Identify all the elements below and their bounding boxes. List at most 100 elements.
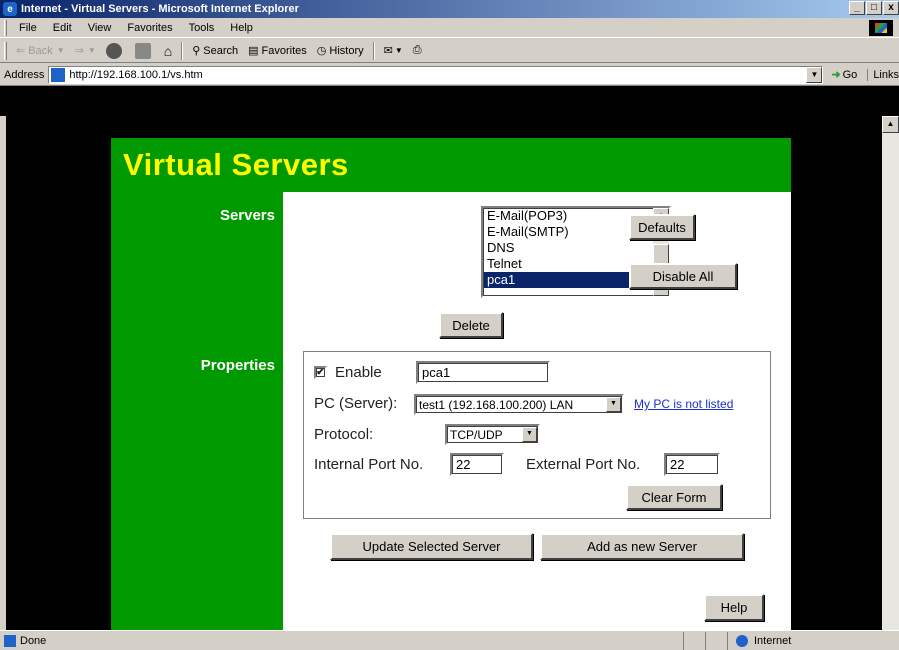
dropdown-arrow-icon: ▼ — [394, 46, 403, 55]
toolbar-separator — [181, 41, 184, 60]
status-cell — [684, 631, 706, 650]
forward-button[interactable]: ⇒ ▼ — [70, 44, 101, 57]
scroll-up-icon[interactable]: ▲ — [882, 116, 899, 133]
favorites-button[interactable]: ▤ Favorites — [243, 44, 312, 58]
mail-button[interactable]: ✉ ▼ — [379, 44, 408, 57]
enable-checkbox[interactable]: ✔ — [314, 366, 327, 379]
help-button[interactable]: Help — [704, 594, 764, 621]
disable-all-button[interactable]: Disable All — [629, 263, 737, 289]
go-button[interactable]: ➜ Go — [831, 68, 858, 82]
menu-tools[interactable]: Tools — [181, 22, 223, 34]
window-title: Internet - Virtual Servers - Microsoft I… — [21, 3, 299, 15]
list-item[interactable]: DNS — [483, 240, 655, 256]
mail-icon: ✉ — [383, 45, 393, 57]
enable-label: Enable — [335, 364, 382, 381]
properties-label: Properties — [200, 357, 275, 374]
pc-server-select[interactable]: test1 (192.168.100.200) LAN ▼ — [414, 394, 624, 415]
status-bar: Done Internet — [0, 630, 899, 650]
protocol-value: TCP/UDP — [450, 427, 503, 442]
search-icon: ⚲ — [192, 45, 201, 57]
print-button[interactable]: ⎙ — [408, 44, 427, 57]
menu-bar: File Edit View Favorites Tools Help — [0, 18, 899, 38]
zone-label: Internet — [754, 634, 792, 647]
menu-file[interactable]: File — [11, 22, 45, 34]
maximize-button[interactable]: □ — [866, 1, 882, 15]
forward-arrow-icon: ⇒ — [74, 45, 84, 57]
windows-flag-icon — [869, 20, 893, 36]
status-cell — [706, 631, 728, 650]
address-url: http://192.168.100.1/vs.htm — [69, 68, 203, 81]
dropdown-arrow-icon: ▼ — [56, 46, 65, 55]
address-dropdown-icon[interactable]: ▼ — [806, 66, 823, 83]
status-text-area: Done — [0, 631, 684, 650]
menu-edit[interactable]: Edit — [45, 22, 80, 34]
favorites-icon: ▤ — [248, 45, 259, 57]
pc-not-listed-link[interactable]: My PC is not listed — [634, 397, 733, 411]
enable-row: ✔ Enable — [314, 364, 382, 381]
links-button[interactable]: Links — [867, 68, 899, 81]
ie-logo-icon: e — [3, 2, 17, 16]
print-icon: ⎙ — [412, 44, 422, 56]
minimize-button[interactable]: _ — [849, 1, 865, 15]
back-arrow-icon: ⇐ — [16, 45, 26, 57]
update-selected-server-button[interactable]: Update Selected Server — [330, 533, 533, 560]
server-name-field[interactable]: pca1 — [416, 361, 550, 384]
stop-icon — [105, 42, 122, 59]
standard-toolbar: ⇐ Back ▼ ⇒ ▼ ⌂ ⚲ Search ▤ Favorites ◷ Hi… — [0, 39, 899, 63]
protocol-label: Protocol: — [314, 426, 374, 443]
toolbar-separator — [372, 41, 375, 60]
close-button[interactable]: x — [883, 1, 899, 15]
address-bar: Address http://192.168.100.1/vs.htm ▼ ➜ … — [0, 64, 899, 86]
clear-form-button[interactable]: Clear Form — [626, 484, 722, 510]
history-label: History — [329, 44, 364, 57]
go-label: Go — [842, 68, 858, 81]
search-label: Search — [203, 44, 239, 57]
delete-button[interactable]: Delete — [439, 312, 503, 338]
page-icon — [51, 67, 66, 82]
home-icon: ⌂ — [163, 42, 173, 59]
status-text: Done — [20, 634, 47, 647]
back-label: Back — [28, 44, 53, 57]
servers-label: Servers — [219, 207, 275, 224]
history-button[interactable]: ◷ History — [312, 44, 369, 58]
external-port-label: External Port No. — [526, 456, 641, 473]
back-button[interactable]: ⇐ Back ▼ — [11, 44, 70, 58]
security-zone: Internet — [728, 632, 791, 650]
page-top-margin — [0, 86, 899, 116]
window-titlebar: e Internet - Virtual Servers - Microsoft… — [0, 0, 899, 18]
pc-server-value: test1 (192.168.100.200) LAN — [419, 397, 574, 412]
stop-button[interactable] — [101, 42, 130, 59]
menu-favorites[interactable]: Favorites — [119, 22, 180, 34]
address-label: Address — [4, 68, 45, 81]
toolbar-grip — [4, 41, 7, 60]
search-button[interactable]: ⚲ Search — [187, 44, 243, 58]
home-button[interactable]: ⌂ — [159, 43, 177, 59]
favorites-label: Favorites — [261, 44, 307, 57]
history-icon: ◷ — [316, 45, 327, 57]
external-port-field[interactable]: 22 — [664, 453, 720, 476]
form-area: E-Mail(POP3) E-Mail(SMTP) DNS Telnet pca… — [283, 192, 791, 630]
add-new-server-button[interactable]: Add as new Server — [540, 533, 744, 560]
dropdown-arrow-icon: ▼ — [87, 46, 96, 55]
menu-view[interactable]: View — [80, 22, 120, 34]
globe-icon — [736, 634, 748, 647]
menu-help[interactable]: Help — [222, 22, 261, 34]
chevron-down-icon[interactable]: ▼ — [522, 427, 537, 442]
chevron-down-icon[interactable]: ▼ — [606, 397, 621, 412]
label-column: Servers Properties — [111, 192, 283, 630]
pc-label: PC (Server): — [314, 395, 398, 412]
refresh-button[interactable] — [130, 42, 159, 59]
go-arrow-icon: ➜ — [831, 69, 841, 81]
window-controls: _ □ x — [849, 1, 899, 15]
page-scrollbar[interactable]: ▲ — [882, 116, 899, 630]
menubar-grip — [4, 19, 7, 36]
refresh-icon — [134, 42, 151, 59]
page-title: Virtual Servers — [123, 147, 349, 182]
protocol-select[interactable]: TCP/UDP ▼ — [445, 424, 540, 445]
defaults-button[interactable]: Defaults — [629, 214, 695, 240]
page-header: Virtual Servers — [111, 138, 791, 192]
page-done-icon — [4, 634, 16, 647]
internal-port-label: Internal Port No. — [314, 456, 424, 473]
address-input[interactable]: http://192.168.100.1/vs.htm ▼ — [48, 65, 824, 84]
internal-port-field[interactable]: 22 — [450, 453, 504, 476]
